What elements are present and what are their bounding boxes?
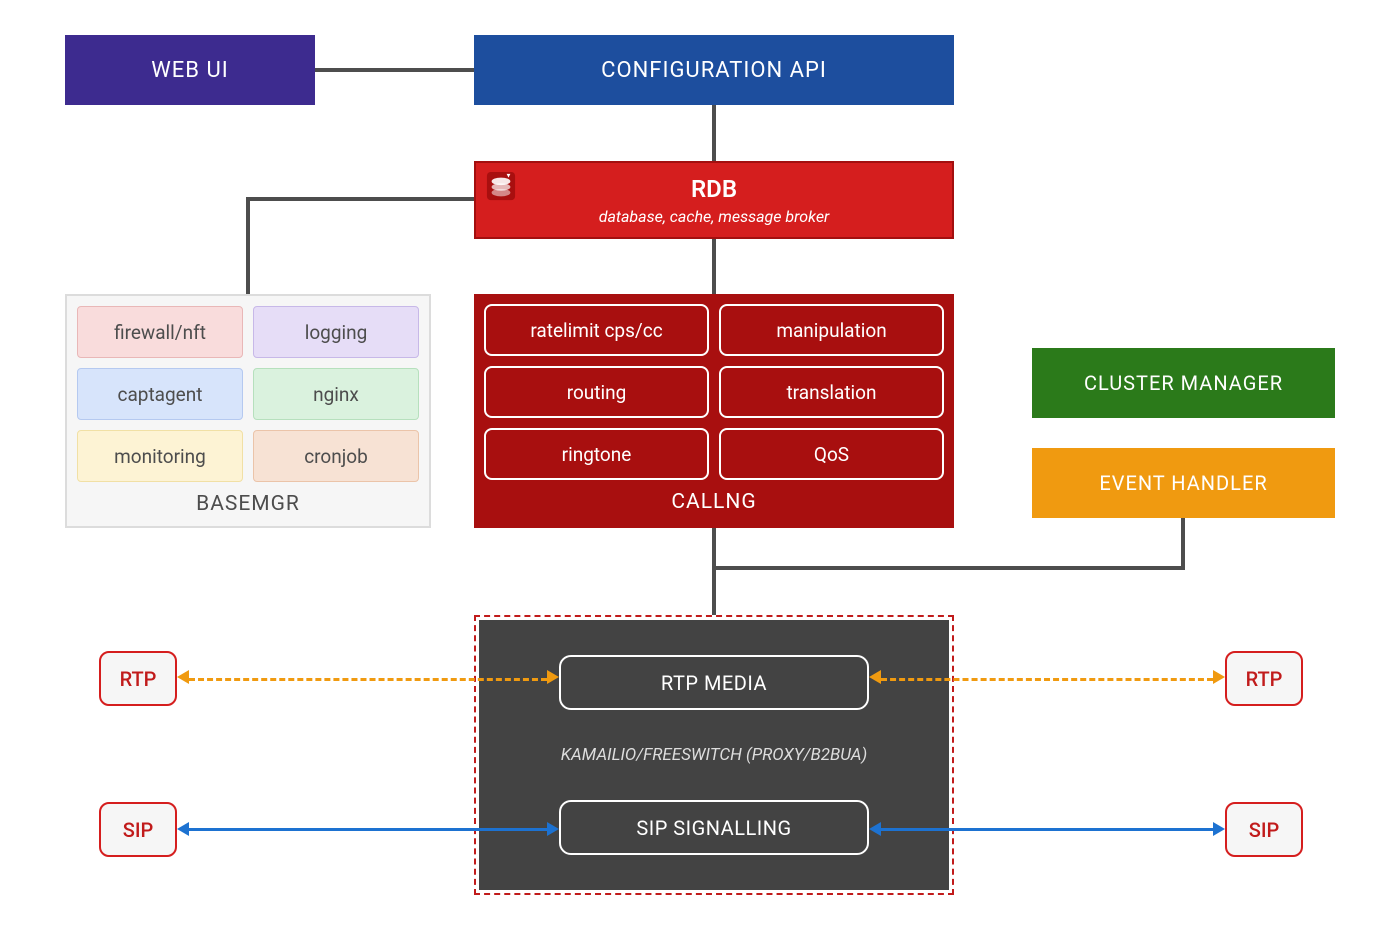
basemgr-logging: logging <box>253 306 419 358</box>
callng-box: ratelimit cps/cc manipulation routing tr… <box>474 294 954 528</box>
callng-routing-label: routing <box>567 381 627 404</box>
connector-rdb-basemgr-h <box>246 197 474 201</box>
basemgr-captagent-label: captagent <box>118 383 203 406</box>
callng-label: CALLNG <box>671 490 756 514</box>
callng-manipulation: manipulation <box>719 304 944 356</box>
connector-eventhandler-v <box>1181 518 1185 570</box>
rtp-arrow-left-out <box>177 670 189 684</box>
connector-rdb-callng <box>712 239 716 294</box>
cluster-manager-box: CLUSTER MANAGER <box>1032 348 1335 418</box>
callng-routing: routing <box>484 366 709 418</box>
rtp-media-box: RTP MEDIA <box>559 655 869 710</box>
connector-rdb-basemgr-v <box>246 197 250 294</box>
connector-webui-configapi <box>315 68 474 72</box>
basemgr-monitoring: monitoring <box>77 430 243 482</box>
engine-subtitle: KAMAILIO/FREESWITCH (PROXY/B2BUA) <box>561 745 868 765</box>
event-handler-label: EVENT HANDLER <box>1099 471 1267 495</box>
basemgr-cronjob-label: cronjob <box>304 445 368 468</box>
rtp-endpoint-right-label: RTP <box>1246 667 1283 691</box>
rtp-media-label: RTP MEDIA <box>661 671 767 695</box>
basemgr-nginx: nginx <box>253 368 419 420</box>
rtp-endpoint-left: RTP <box>99 651 177 706</box>
sip-signalling-box: SIP SIGNALLING <box>559 800 869 855</box>
callng-ringtone-label: ringtone <box>562 443 632 466</box>
rdb-box: RDB database, cache, message broker <box>474 161 954 239</box>
basemgr-box: firewall/nft logging captagent nginx mon… <box>65 294 431 528</box>
callng-ratelimit-label: ratelimit cps/cc <box>530 319 662 342</box>
rtp-line-left <box>189 678 547 681</box>
configapi-box: CONFIGURATION API <box>474 35 954 105</box>
sip-arrow-right-in <box>869 822 881 836</box>
sip-arrow-left-in <box>547 822 559 836</box>
callng-ratelimit: ratelimit cps/cc <box>484 304 709 356</box>
sip-endpoint-right-label: SIP <box>1249 818 1280 842</box>
rtp-arrow-right-in <box>869 670 881 684</box>
cluster-manager-label: CLUSTER MANAGER <box>1084 371 1283 395</box>
rtp-line-right <box>881 678 1213 681</box>
engine-box: RTP MEDIA KAMAILIO/FREESWITCH (PROXY/B2B… <box>474 615 954 895</box>
sip-line-left <box>189 828 547 831</box>
callng-grid: ratelimit cps/cc manipulation routing tr… <box>484 304 944 480</box>
callng-manipulation-label: manipulation <box>776 319 886 342</box>
callng-ringtone: ringtone <box>484 428 709 480</box>
sip-line-right <box>881 828 1213 831</box>
rdb-title: RDB <box>691 175 737 203</box>
connector-configapi-rdb <box>712 105 716 161</box>
basemgr-logging-label: logging <box>305 321 368 344</box>
basemgr-captagent: captagent <box>77 368 243 420</box>
connector-callng-engine <box>712 528 716 615</box>
sip-signalling-label: SIP SIGNALLING <box>636 816 791 840</box>
redis-icon <box>486 171 516 201</box>
sip-endpoint-left: SIP <box>99 802 177 857</box>
sip-arrow-left-out <box>177 822 189 836</box>
rtp-endpoint-left-label: RTP <box>120 667 157 691</box>
rdb-subtitle: database, cache, message broker <box>599 207 830 226</box>
basemgr-firewall: firewall/nft <box>77 306 243 358</box>
webui-label: WEB UI <box>151 58 228 83</box>
callng-qos-label: QoS <box>814 443 849 466</box>
rtp-endpoint-right: RTP <box>1225 651 1303 706</box>
callng-qos: QoS <box>719 428 944 480</box>
basemgr-label: BASEMGR <box>196 492 300 516</box>
callng-translation-label: translation <box>786 381 876 404</box>
basemgr-cronjob: cronjob <box>253 430 419 482</box>
basemgr-monitoring-label: monitoring <box>114 445 206 468</box>
callng-translation: translation <box>719 366 944 418</box>
connector-eventhandler-h <box>712 566 1185 570</box>
sip-endpoint-right: SIP <box>1225 802 1303 857</box>
event-handler-box: EVENT HANDLER <box>1032 448 1335 518</box>
configapi-label: CONFIGURATION API <box>601 58 827 83</box>
engine-inner: RTP MEDIA KAMAILIO/FREESWITCH (PROXY/B2B… <box>479 620 949 890</box>
basemgr-grid: firewall/nft logging captagent nginx mon… <box>77 306 419 482</box>
sip-endpoint-left-label: SIP <box>123 818 154 842</box>
basemgr-nginx-label: nginx <box>313 383 359 406</box>
webui-box: WEB UI <box>65 35 315 105</box>
rtp-arrow-left-in <box>547 670 559 684</box>
basemgr-firewall-label: firewall/nft <box>114 321 206 344</box>
sip-arrow-right-out <box>1213 822 1225 836</box>
rtp-arrow-right-out <box>1213 670 1225 684</box>
